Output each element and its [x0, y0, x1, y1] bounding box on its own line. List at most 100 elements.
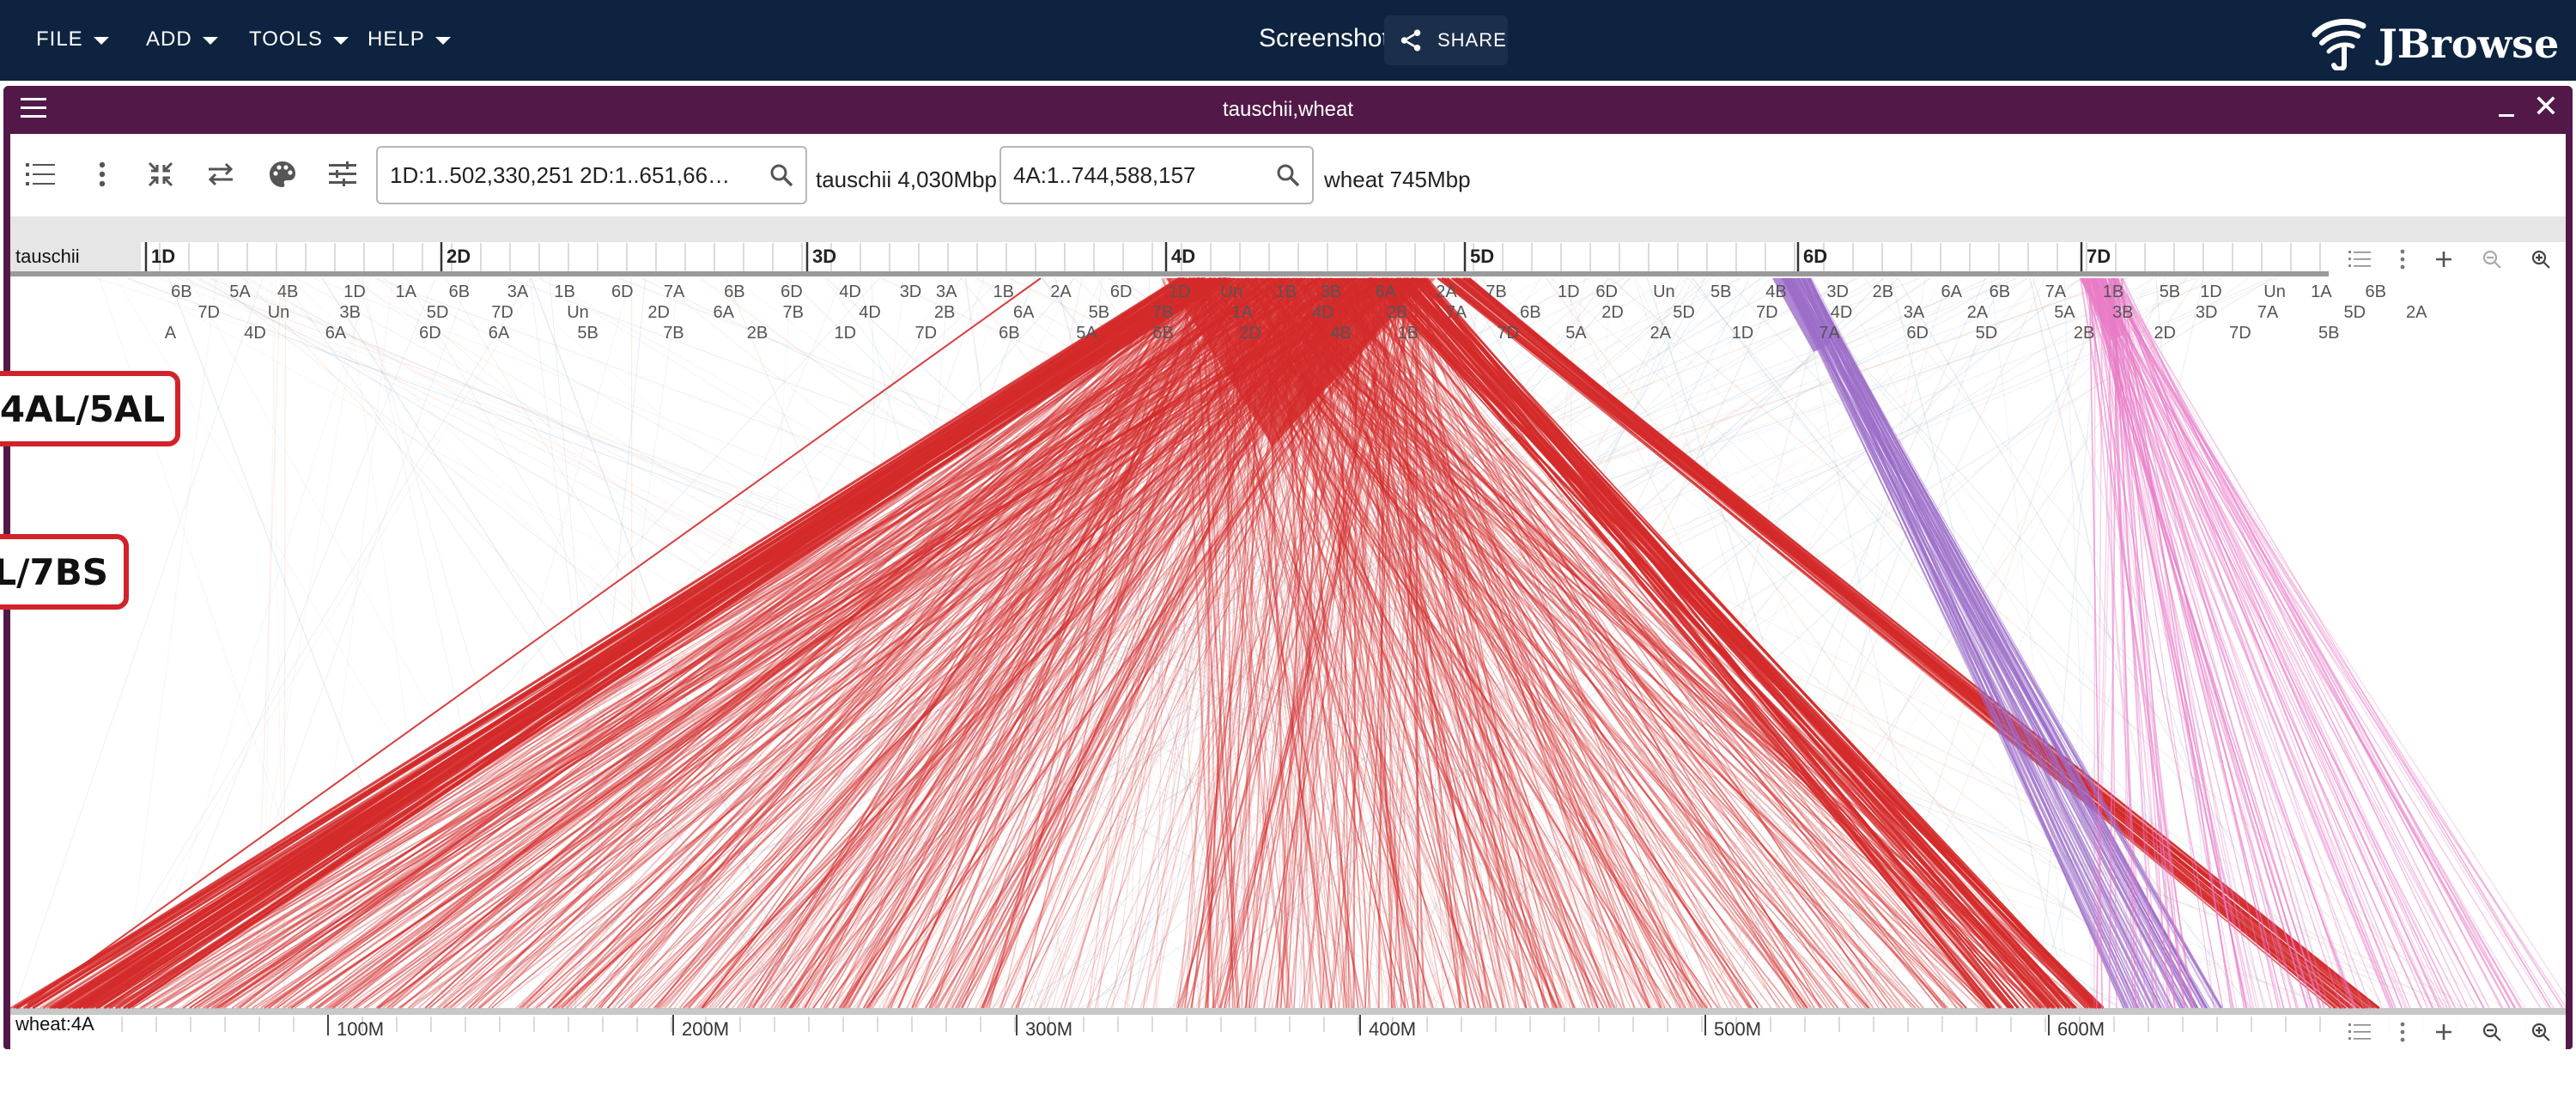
feature-label: 1D — [1169, 282, 1191, 301]
feature-label: 1D — [2200, 282, 2222, 301]
feature-label: 4B — [277, 282, 298, 301]
chromosome-label[interactable]: 5D — [1470, 246, 1494, 267]
top-track-controls — [2334, 242, 2566, 280]
feature-label: 1B — [993, 282, 1014, 301]
zoom-in-icon[interactable] — [2530, 1022, 2551, 1046]
feature-label: 1A — [2311, 282, 2332, 301]
feature-label: 5B — [1710, 282, 1731, 301]
synteny-link — [1990, 277, 2072, 1009]
feature-label: 2B — [1873, 282, 1893, 301]
feature-label: 7D — [1497, 324, 1519, 343]
feature-label: 5A — [1565, 324, 1587, 343]
jbrowse-logo-icon — [2312, 18, 2366, 70]
feature-label: 2A — [1050, 282, 1072, 301]
synteny-canvas[interactable]: 1D 2D 3D 4D 5D 6D 7D 6B 5A 4B 1D 1A 6B 3A 1B 6D 7A 6B 6D 4… — [10, 86, 2566, 1049]
feature-label: 1A — [396, 282, 417, 301]
feature-label: 7B — [1152, 303, 1173, 322]
feature-label: 2A — [1967, 303, 1989, 322]
feature-label: 2B — [2074, 324, 2094, 343]
feature-label: Un — [567, 303, 589, 322]
feature-label: 6B — [1990, 282, 2010, 301]
feature-label: 1A — [1232, 303, 1254, 322]
feature-label: 2A — [1436, 282, 1457, 301]
feature-label: 6A — [714, 303, 735, 322]
chromosome-label[interactable]: 6D — [1803, 246, 1827, 267]
help-menu[interactable]: HELP — [368, 26, 451, 53]
feature-label: 1D — [835, 324, 857, 343]
chromosome-label[interactable]: 4D — [1171, 246, 1195, 267]
feature-label: 7A — [1446, 303, 1467, 322]
feature-label: 1D — [1558, 282, 1580, 301]
synteny-link — [2111, 277, 2451, 1009]
linear-synteny-view: tauschii,wheat ✕ 1D:1..502,330,251 2D:1.… — [0, 86, 2573, 1053]
feature-label: 4B — [1330, 324, 1351, 343]
feature-label: 3D — [2196, 303, 2218, 322]
feature-label: 7B — [1485, 282, 1506, 301]
feature-label: 4D — [1831, 303, 1853, 322]
add-icon[interactable] — [2434, 250, 2453, 272]
feature-label: 2A — [1650, 324, 1672, 343]
ruler-tick-label: 100M — [337, 1018, 384, 1040]
bottom-ruler: 100M 200M 300M 400M 500M 600M — [10, 1015, 2566, 1049]
feature-label: 7A — [664, 282, 685, 301]
chromosome-label[interactable]: 3D — [812, 246, 836, 267]
track-list-icon[interactable] — [2348, 1023, 2371, 1045]
feature-label: 5D — [427, 303, 449, 322]
add-icon[interactable] — [2434, 1023, 2453, 1045]
ruler-tick-label: 400M — [1369, 1018, 1416, 1040]
feature-label: 6D — [611, 282, 634, 301]
share-label: SHARE — [1437, 29, 1507, 51]
feature-label: 2A — [2406, 303, 2427, 322]
more-vert-icon[interactable] — [2399, 249, 2406, 273]
feature-label: 1B — [1276, 282, 1297, 301]
feature-label: 3D — [900, 282, 922, 301]
feature-label: 6B — [999, 324, 1019, 343]
feature-label: 2B — [934, 303, 955, 322]
top-assembly-label: tauschii — [15, 246, 80, 267]
share-button[interactable]: SHARE — [1384, 15, 1508, 65]
feature-label: 7A — [2257, 303, 2279, 322]
chromosome-label[interactable]: 2D — [447, 246, 471, 267]
feature-label: 3D — [1826, 282, 1849, 301]
feature-label: 1B — [1398, 324, 1419, 343]
session-title[interactable]: Screenshot — [1259, 24, 1389, 53]
feature-label: 3B — [2112, 303, 2133, 322]
tools-menu[interactable]: TOOLS — [249, 26, 349, 53]
feature-label: 1B — [2103, 282, 2123, 301]
feature-label: 1D — [1732, 324, 1754, 343]
feature-label: Un — [1653, 282, 1675, 301]
app-bar: FILE ADD TOOLS HELP Screenshot SHARE JBr… — [0, 0, 2576, 81]
zoom-in-icon[interactable] — [2530, 249, 2551, 273]
annotation-callout: L/7BS — [0, 534, 129, 610]
feature-label: 3A — [1904, 303, 1925, 322]
feature-label: 3A — [936, 282, 957, 301]
feature-label: 5A — [1076, 324, 1097, 343]
chromosome-label[interactable]: 1D — [151, 246, 175, 267]
logo-text: JBrowse — [2379, 21, 2560, 67]
feature-label: 7A — [1819, 324, 1840, 343]
feature-label: 4D — [1312, 303, 1334, 322]
feature-label: 7D — [197, 303, 220, 322]
feature-label: 6A — [1941, 282, 1963, 301]
feature-label: 7B — [783, 303, 804, 322]
more-vert-icon[interactable] — [2399, 1022, 2406, 1046]
help-menu-label: HELP — [368, 27, 425, 51]
chromosome-label[interactable]: 7D — [2087, 246, 2111, 267]
zoom-out-icon[interactable] — [2482, 1022, 2502, 1046]
feature-label: 7B — [663, 324, 683, 343]
caret-down-icon — [332, 37, 349, 45]
feature-label: 3B — [340, 303, 361, 322]
zoom-out-icon[interactable] — [2482, 249, 2502, 273]
file-menu[interactable]: FILE — [36, 26, 109, 53]
feature-label: 2B — [1387, 303, 1407, 322]
feature-label: 5A — [229, 282, 251, 301]
feature-label: 7D — [1756, 303, 1778, 322]
feature-label: 6D — [1110, 282, 1133, 301]
feature-label: Un — [268, 303, 290, 322]
feature-label: 4D — [859, 303, 881, 322]
add-menu[interactable]: ADD — [146, 26, 218, 53]
ruler-tick-label: 600M — [2057, 1018, 2105, 1040]
track-list-icon[interactable] — [2348, 250, 2371, 272]
tools-menu-label: TOOLS — [249, 27, 323, 51]
feature-label: 3B — [1321, 282, 1341, 301]
